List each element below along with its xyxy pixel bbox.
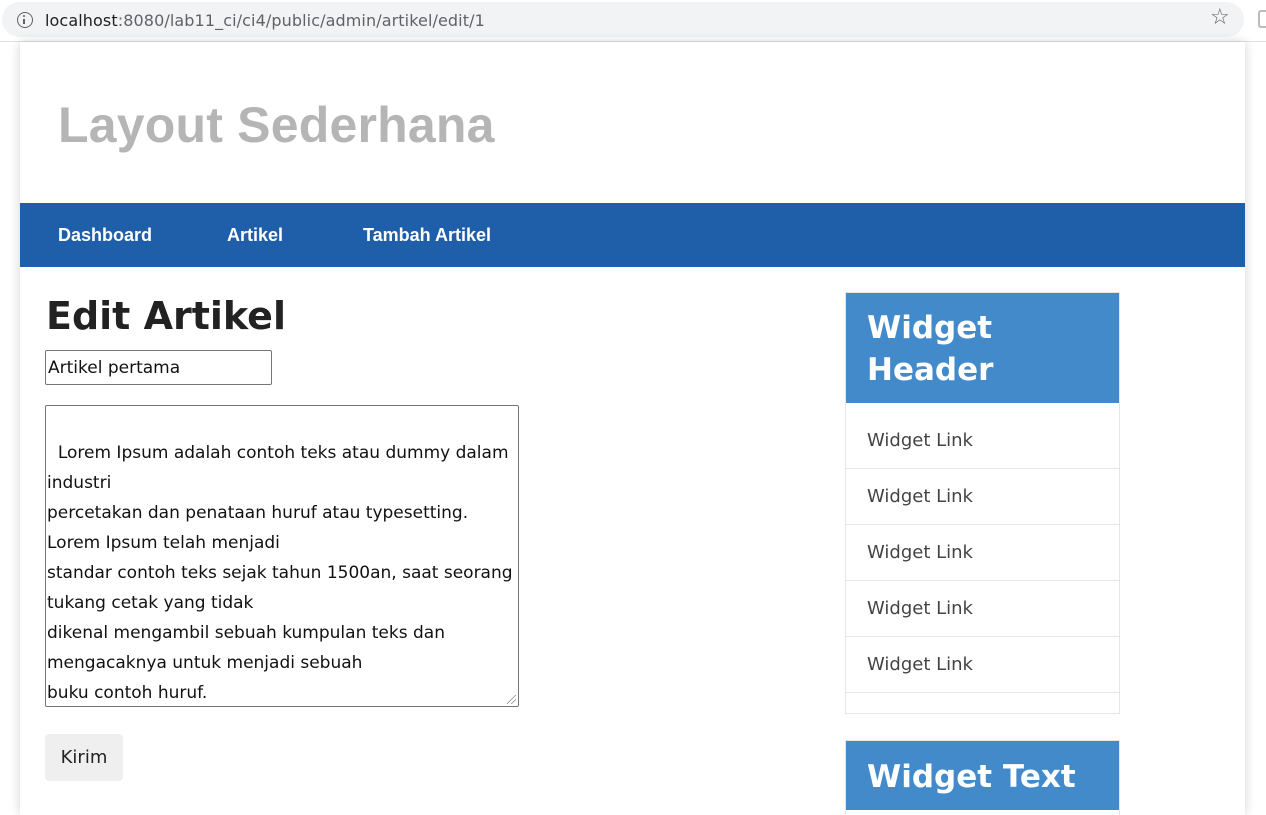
extension-icon[interactable] (1258, 10, 1266, 28)
main-nav: Dashboard Artikel Tambah Artikel (20, 203, 1245, 267)
widget-text-box: Widget Text (845, 740, 1120, 815)
url-path: :8080/lab11_ci/ci4/public/admin/artikel/… (117, 11, 485, 30)
widget-header-title: Widget Header (846, 293, 1119, 403)
address-bar[interactable]: localhost:8080/lab11_ci/ci4/public/admin… (2, 2, 1244, 37)
star-icon[interactable]: ☆ (1210, 6, 1230, 30)
content-textarea[interactable]: Lorem Ipsum adalah contoh teks atau dumm… (45, 405, 519, 707)
submit-button[interactable]: Kirim (45, 734, 123, 781)
info-icon[interactable] (17, 12, 33, 28)
url-text[interactable]: localhost:8080/lab11_ci/ci4/public/admin… (45, 11, 485, 30)
site-title: Layout Sederhana (58, 97, 495, 153)
nav-link-artikel[interactable]: Artikel (227, 225, 283, 246)
content-text: Lorem Ipsum adalah contoh teks atau dumm… (47, 443, 513, 703)
url-host: localhost (45, 11, 118, 30)
resize-handle[interactable] (507, 695, 516, 704)
nav-link-dashboard[interactable]: Dashboard (58, 225, 152, 246)
page-title: Edit Artikel (46, 294, 286, 338)
title-input[interactable] (45, 350, 272, 385)
browser-toolbar: localhost:8080/lab11_ci/ci4/public/admin… (0, 0, 1266, 42)
widget-link[interactable]: Widget Link (846, 413, 1119, 469)
nav-link-tambah-artikel[interactable]: Tambah Artikel (363, 225, 491, 246)
site-header: Layout Sederhana (20, 42, 1245, 203)
widget-link[interactable]: Widget Link (846, 581, 1119, 637)
widget-link[interactable]: Widget Link (846, 637, 1119, 693)
widget-text-title: Widget Text (846, 741, 1119, 810)
widget-link[interactable]: Widget Link (846, 469, 1119, 525)
widget-header-box: Widget Header Widget Link Widget Link Wi… (845, 292, 1120, 714)
widget-spacer (846, 403, 1119, 413)
widget-link[interactable]: Widget Link (846, 525, 1119, 581)
